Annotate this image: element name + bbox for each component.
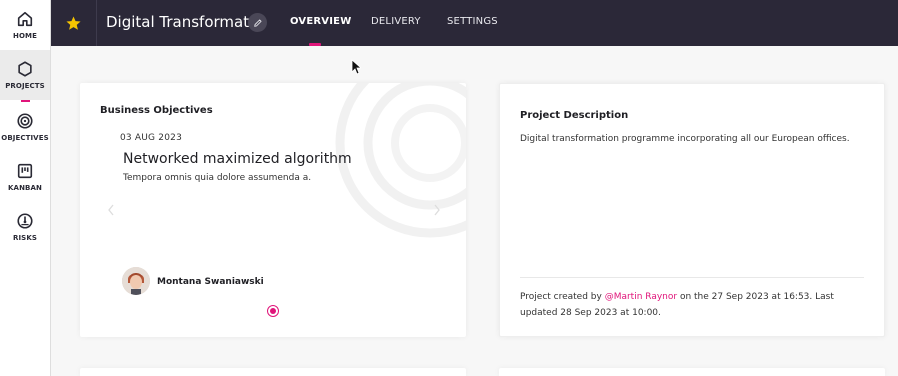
next-card-right bbox=[499, 368, 885, 376]
star-icon bbox=[66, 16, 81, 30]
tab-delivery[interactable]: DELIVERY bbox=[371, 16, 421, 27]
nav-item-label: HOME bbox=[13, 32, 37, 40]
nav-item-label: PROJECTS bbox=[5, 82, 45, 90]
avatar bbox=[122, 267, 150, 295]
home-icon bbox=[17, 11, 33, 27]
card-heading: Project Description bbox=[520, 110, 629, 121]
project-title: Digital Transformat... bbox=[106, 13, 264, 31]
carousel-dot-active[interactable] bbox=[267, 305, 279, 317]
nav-item-projects[interactable]: PROJECTS bbox=[0, 50, 50, 100]
nav-item-label: RISKS bbox=[12, 234, 37, 242]
person-avatar-icon bbox=[122, 267, 150, 295]
carousel-dot-fill bbox=[270, 308, 276, 314]
creator-user-link[interactable]: @Martin Raynor bbox=[605, 292, 677, 302]
project-meta: Project created by @Martin Raynor on the… bbox=[520, 289, 870, 321]
tab-overview[interactable]: OVERVIEW bbox=[290, 16, 351, 27]
hexagon-icon bbox=[18, 61, 32, 77]
gauge-icon bbox=[17, 213, 33, 229]
tab-settings[interactable]: SETTINGS bbox=[447, 16, 498, 27]
kanban-board-icon bbox=[17, 163, 33, 179]
objective-title: Networked maximized algorithm bbox=[123, 151, 352, 167]
project-description-card: Project Description Digital transformati… bbox=[499, 83, 885, 337]
chevron-right-icon[interactable] bbox=[432, 203, 442, 217]
objective-description: Tempora omnis quia dolore assumenda a. bbox=[123, 173, 312, 183]
side-navigation: HOME PROJECTS OBJECTIVES KANBAN RISKS bbox=[0, 0, 51, 376]
nav-item-kanban[interactable]: KANBAN bbox=[0, 152, 50, 202]
nav-item-objectives[interactable]: OBJECTIVES bbox=[0, 102, 50, 152]
nav-item-risks[interactable]: RISKS bbox=[0, 202, 50, 252]
next-card-left bbox=[80, 368, 466, 376]
business-objectives-card: Business Objectives 03 AUG 2023 Networke… bbox=[80, 83, 466, 337]
project-description-text: Digital transformation programme incorpo… bbox=[520, 134, 850, 144]
objective-date: 03 AUG 2023 bbox=[120, 133, 182, 143]
top-bar: Digital Transformat... OVERVIEW DELIVERY… bbox=[51, 0, 898, 46]
mouse-cursor-icon bbox=[351, 59, 361, 75]
target-icon bbox=[17, 113, 33, 129]
divider bbox=[520, 277, 864, 278]
card-heading: Business Objectives bbox=[100, 105, 213, 116]
edit-title-button[interactable] bbox=[248, 13, 267, 32]
nav-item-label: OBJECTIVES bbox=[1, 134, 49, 142]
meta-prefix: Project created by bbox=[520, 292, 605, 302]
objective-owner-name: Montana Swaniawski bbox=[157, 277, 264, 287]
chevron-left-icon[interactable] bbox=[106, 203, 116, 217]
pencil-icon bbox=[253, 18, 262, 27]
nav-item-label: KANBAN bbox=[8, 184, 42, 192]
favorite-button[interactable] bbox=[51, 0, 97, 46]
active-tab-indicator bbox=[309, 43, 321, 46]
nav-item-home[interactable]: HOME bbox=[0, 0, 50, 50]
